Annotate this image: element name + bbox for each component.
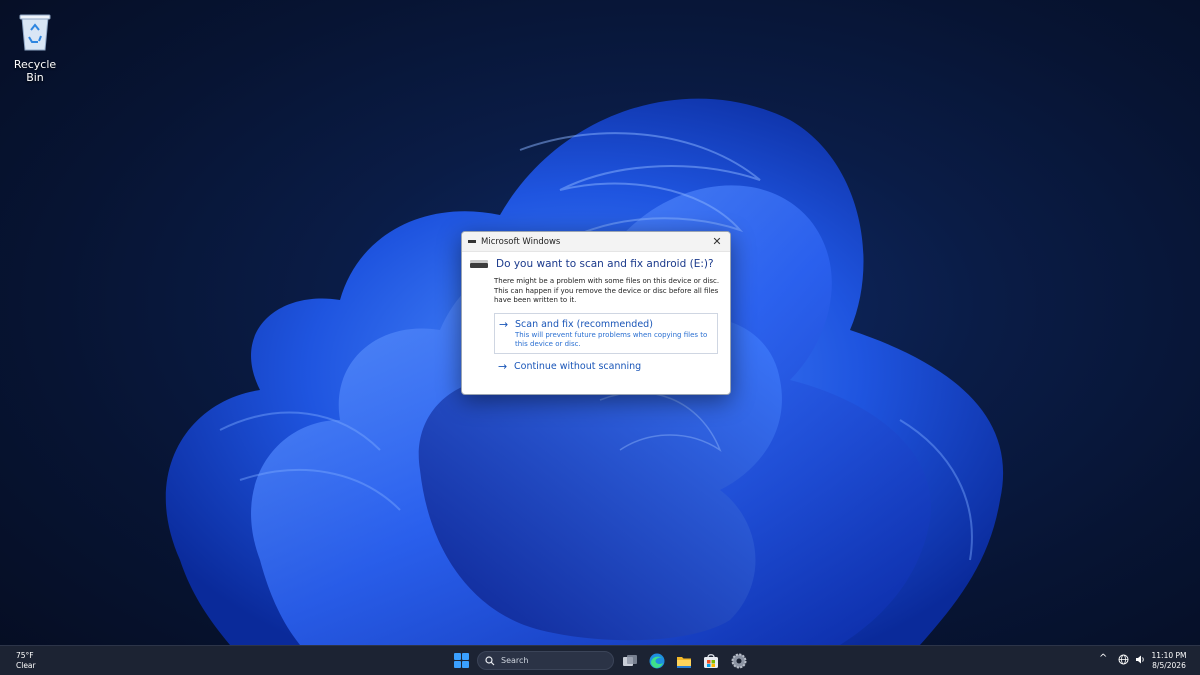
clock-time: 11:10 PM — [1151, 651, 1187, 660]
arrow-right-icon: → — [498, 359, 508, 373]
volume-icon[interactable] — [1135, 654, 1146, 665]
drive-icon — [470, 260, 488, 268]
settings-icon[interactable] — [730, 652, 748, 670]
system-clock[interactable]: 11:10 PM 8/5/2026 — [1148, 651, 1190, 671]
scan-and-fix-option[interactable]: → Scan and fix (recommended) This will p… — [494, 312, 718, 354]
weather-temp: 75°F — [16, 651, 34, 660]
chevron-up-icon[interactable]: ^ — [1099, 653, 1107, 664]
recycle-bin-shortcut[interactable]: Recycle Bin — [4, 10, 66, 84]
edge-icon[interactable] — [648, 652, 666, 670]
window-icon — [468, 240, 476, 243]
continue-without-scanning-label: Continue without scanning — [514, 360, 642, 372]
continue-without-scanning-option[interactable]: → Continue without scanning — [498, 361, 718, 372]
dialog-description: There might be a problem with some files… — [494, 277, 720, 304]
task-view-icon[interactable] — [621, 652, 639, 670]
scan-fix-dialog: Microsoft Windows ✕ Do you want to scan … — [461, 231, 731, 395]
weather-widget[interactable]: 75°F Clear — [16, 651, 36, 671]
file-explorer-icon[interactable] — [675, 652, 693, 670]
close-icon: ✕ — [712, 235, 722, 248]
windows-logo-icon — [454, 653, 461, 660]
recycle-bin-label: Recycle Bin — [13, 58, 57, 84]
dialog-titlebar[interactable]: Microsoft Windows ✕ — [462, 232, 730, 252]
scan-and-fix-label: Scan and fix (recommended) — [515, 318, 653, 330]
dialog-title: Microsoft Windows — [481, 236, 561, 247]
desktop: Recycle Bin Microsoft Windows ✕ Do you w… — [0, 0, 1200, 675]
recycle-bin-icon — [19, 14, 51, 51]
taskbar: 75°F Clear Search ^ 11:10 PM 8/5/2026 — [0, 645, 1200, 675]
dialog-heading: Do you want to scan and fix android (E:)… — [496, 258, 714, 270]
close-button[interactable]: ✕ — [710, 235, 724, 249]
start-button[interactable] — [454, 653, 469, 668]
clock-date: 8/5/2026 — [1152, 661, 1186, 670]
taskbar-search[interactable]: Search — [477, 651, 614, 670]
store-icon[interactable] — [702, 652, 720, 670]
network-icon[interactable] — [1118, 654, 1129, 665]
heading-row: Do you want to scan and fix android (E:)… — [468, 258, 724, 270]
search-placeholder: Search — [501, 656, 529, 665]
search-icon — [485, 655, 495, 665]
arrow-right-icon: → — [499, 317, 509, 331]
dialog-body: Do you want to scan and fix android (E:)… — [462, 252, 730, 372]
scan-and-fix-subtitle: This will prevent future problems when c… — [515, 330, 708, 348]
weather-condition: Clear — [16, 661, 36, 670]
